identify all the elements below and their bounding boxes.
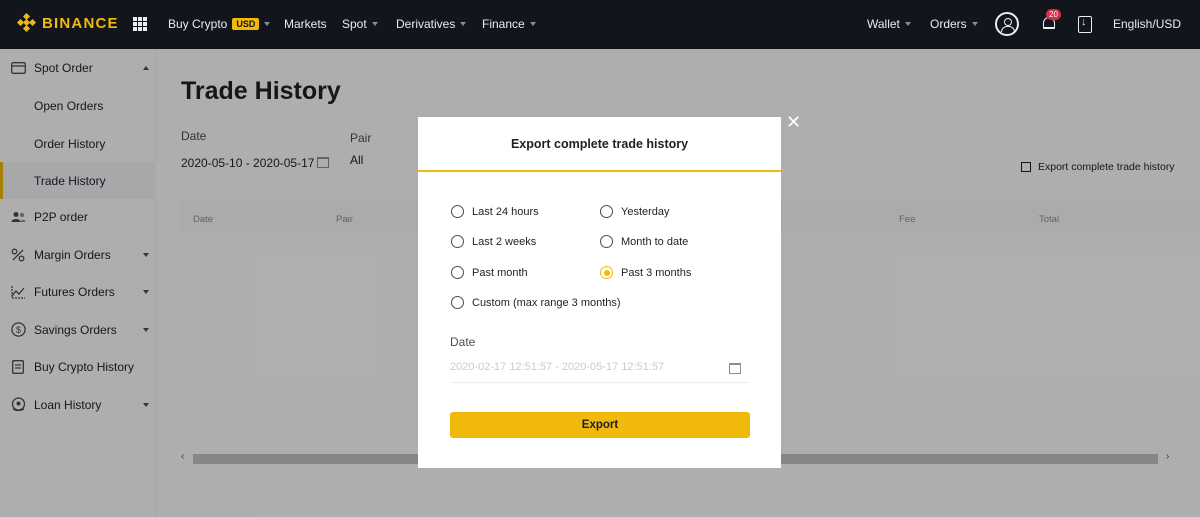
radio-unchecked-icon	[451, 205, 464, 218]
nav-derivatives-label: Derivatives	[396, 17, 456, 31]
option-label: Yesterday	[621, 205, 670, 218]
nav-markets[interactable]: Markets	[284, 17, 327, 31]
nav-spot-label: Spot	[342, 17, 367, 31]
option-yesterday[interactable]: Yesterday	[600, 205, 670, 218]
chevron-down-icon	[460, 22, 467, 26]
nav-markets-label: Markets	[284, 17, 327, 31]
option-label: Past month	[472, 266, 528, 279]
chevron-down-icon	[371, 22, 378, 26]
option-label: Last 2 weeks	[472, 235, 537, 248]
option-last-2-weeks[interactable]: Last 2 weeks	[451, 235, 536, 248]
option-label: Month to date	[621, 235, 689, 248]
nav-finance-label: Finance	[482, 17, 525, 31]
option-past-3-months[interactable]: Past 3 months	[600, 266, 691, 279]
radio-unchecked-icon	[600, 235, 613, 248]
chevron-down-icon	[904, 22, 911, 26]
calendar-icon[interactable]	[729, 363, 741, 374]
option-custom-range[interactable]: Custom (max range 3 months)	[451, 296, 621, 309]
top-navigation: BINANCE Buy Crypto USD Markets Spot Deri…	[0, 0, 1200, 49]
option-month-to-date[interactable]: Month to date	[600, 235, 688, 248]
nav-language[interactable]: English/USD	[1113, 17, 1181, 31]
option-label: Custom (max range 3 months)	[472, 296, 621, 309]
option-past-month[interactable]: Past month	[451, 266, 528, 279]
brand-name: BINANCE	[42, 14, 119, 32]
radio-unchecked-icon	[451, 266, 464, 279]
date-range-input[interactable]: 2020-02-17 12:51:57 - 2020-05-17 12:51:5…	[450, 361, 750, 383]
option-last-24-hours[interactable]: Last 24 hours	[451, 205, 539, 218]
user-account-icon[interactable]	[995, 12, 1019, 36]
radio-checked-icon	[600, 266, 613, 279]
nav-orders-label: Orders	[930, 17, 967, 31]
radio-unchecked-icon	[451, 296, 464, 309]
nav-wallet-label: Wallet	[867, 17, 900, 31]
radio-unchecked-icon	[600, 205, 613, 218]
nav-finance[interactable]: Finance	[482, 17, 536, 31]
nav-buy-crypto[interactable]: Buy Crypto USD	[168, 17, 271, 31]
binance-logo-icon	[16, 12, 37, 33]
binance-logo[interactable]: BINANCE	[16, 12, 119, 33]
option-label: Past 3 months	[621, 266, 692, 279]
nav-buy-crypto-label: Buy Crypto	[168, 17, 228, 31]
nav-wallet[interactable]: Wallet	[867, 17, 911, 31]
modal-title: Export complete trade history	[418, 117, 781, 172]
apps-grid-icon[interactable]	[133, 17, 147, 31]
nav-language-label: English/USD	[1113, 17, 1182, 31]
option-label: Last 24 hours	[472, 205, 539, 218]
date-range-value: 2020-02-17 12:51:57 - 2020-05-17 12:51:5…	[450, 361, 665, 373]
chevron-down-icon	[971, 22, 978, 26]
nav-orders[interactable]: Orders	[930, 17, 978, 31]
currency-badge: USD	[232, 18, 260, 30]
modal-date-label: Date	[450, 335, 476, 349]
export-button[interactable]: Export	[450, 412, 750, 438]
download-app-icon[interactable]	[1078, 16, 1092, 33]
radio-unchecked-icon	[451, 235, 464, 248]
nav-spot[interactable]: Spot	[342, 17, 378, 31]
chevron-down-icon	[529, 22, 536, 26]
nav-derivatives[interactable]: Derivatives	[396, 17, 467, 31]
export-modal: Export complete trade history Last 24 ho…	[418, 117, 781, 468]
chevron-down-icon	[264, 22, 271, 26]
close-icon[interactable]: ✕	[786, 113, 801, 131]
notification-count-badge: 20	[1046, 9, 1061, 20]
